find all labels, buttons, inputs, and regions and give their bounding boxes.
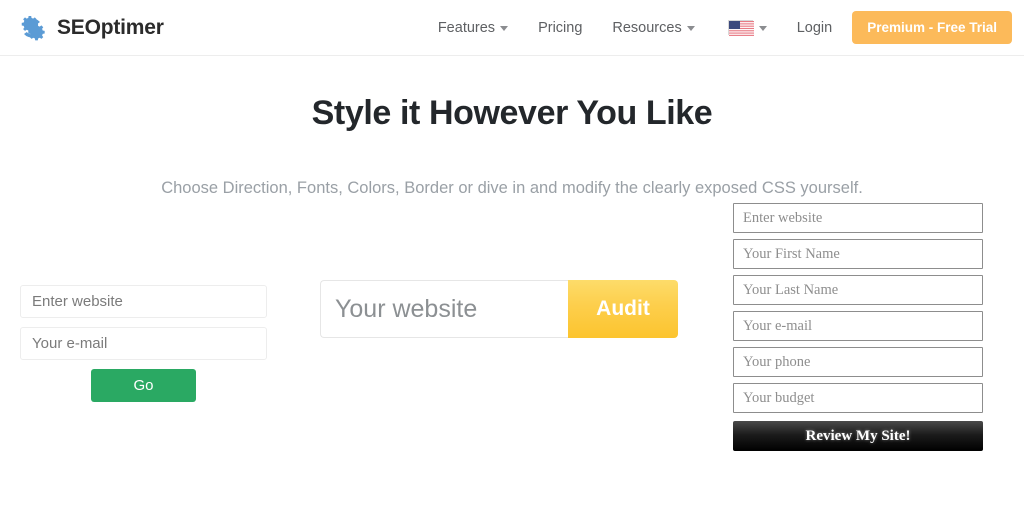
- nav-item-pricing-label: Pricing: [538, 20, 582, 36]
- widget-right-form: Enter website Your First Name Your Last …: [733, 203, 983, 451]
- chevron-down-icon: [687, 26, 695, 31]
- right-first-name-input[interactable]: Your First Name: [733, 239, 983, 269]
- nav-item-pricing[interactable]: Pricing: [523, 20, 597, 36]
- chevron-down-icon: [500, 26, 508, 31]
- widget-showcase: Enter website Your e-mail Go Your websit…: [0, 198, 1024, 488]
- login-label: Login: [797, 20, 832, 36]
- left-website-input[interactable]: Enter website: [20, 285, 267, 318]
- chevron-down-icon: [759, 26, 767, 31]
- us-flag-icon: [728, 20, 753, 35]
- brand-logo[interactable]: SEOptimer: [14, 12, 164, 44]
- nav-item-features[interactable]: Features: [423, 20, 523, 36]
- center-website-input[interactable]: Your website: [320, 280, 568, 338]
- right-budget-input[interactable]: Your budget: [733, 383, 983, 413]
- brand-name: SEOptimer: [57, 17, 164, 38]
- page-subtitle: Choose Direction, Fonts, Colors, Border …: [0, 179, 1024, 198]
- gear-s-logo-icon: [14, 12, 50, 44]
- premium-free-trial-button[interactable]: Premium - Free Trial: [852, 11, 1012, 44]
- page-title: Style it However You Like: [0, 94, 1024, 133]
- audit-button[interactable]: Audit: [568, 280, 678, 338]
- nav-item-features-label: Features: [438, 20, 495, 36]
- nav-item-resources-label: Resources: [612, 20, 681, 36]
- right-email-input[interactable]: Your e-mail: [733, 311, 983, 341]
- widget-center-form: Your website Audit: [320, 280, 678, 338]
- hero-section: Style it However You Like Choose Directi…: [0, 56, 1024, 198]
- right-website-input[interactable]: Enter website: [733, 203, 983, 233]
- login-link[interactable]: Login: [781, 20, 848, 36]
- language-selector[interactable]: [710, 20, 781, 35]
- nav-item-resources[interactable]: Resources: [597, 20, 709, 36]
- right-last-name-input[interactable]: Your Last Name: [733, 275, 983, 305]
- main-navigation: Features Pricing Resources: [423, 11, 1012, 44]
- left-email-input[interactable]: Your e-mail: [20, 327, 267, 360]
- right-phone-input[interactable]: Your phone: [733, 347, 983, 377]
- site-header: SEOptimer Features Pricing Resources: [0, 0, 1024, 56]
- go-button[interactable]: Go: [91, 369, 196, 402]
- review-my-site-button[interactable]: Review My Site!: [733, 421, 983, 451]
- widget-left-form: Enter website Your e-mail Go: [20, 285, 267, 402]
